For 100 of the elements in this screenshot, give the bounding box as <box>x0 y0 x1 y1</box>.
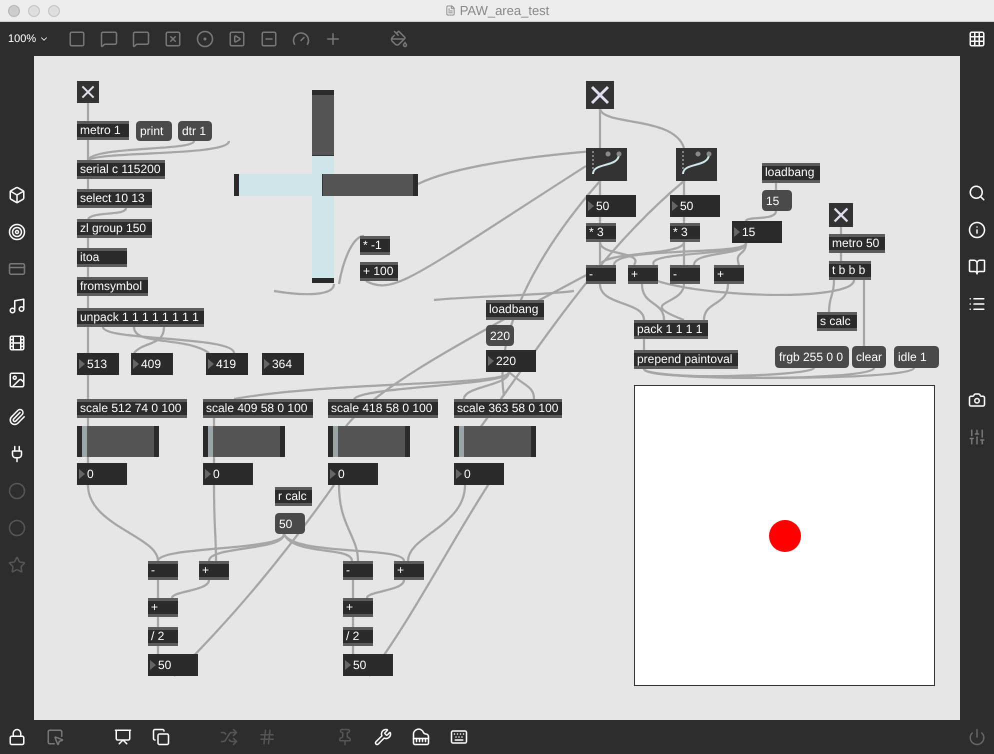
number-box[interactable]: 0 <box>77 463 127 485</box>
number-box[interactable]: 364 <box>262 353 304 375</box>
number-icon[interactable] <box>228 30 246 48</box>
book-icon[interactable] <box>968 258 986 276</box>
triangle-icon <box>79 469 85 479</box>
object-box: + <box>148 598 178 617</box>
triangle-icon <box>672 201 678 211</box>
object-box: * 3 <box>586 223 616 242</box>
paperclip-icon[interactable] <box>8 408 26 426</box>
comment-icon[interactable] <box>132 30 150 48</box>
card-icon[interactable] <box>8 260 26 278</box>
keyboard-icon[interactable] <box>450 728 468 746</box>
object-box: fromsymbol <box>77 277 148 296</box>
triangle-icon <box>345 660 351 670</box>
number-box[interactable]: 419 <box>206 353 248 375</box>
object-box: loadbang <box>762 163 820 183</box>
horizontal-slider[interactable] <box>454 426 536 457</box>
lock-icon[interactable] <box>8 728 26 746</box>
grid-icon[interactable] <box>968 30 986 48</box>
number-box[interactable]: 50 <box>148 654 198 676</box>
number-box[interactable]: 50 <box>670 195 720 217</box>
object-box: - <box>148 561 178 580</box>
close-icon <box>590 85 610 105</box>
image-icon[interactable] <box>8 371 26 389</box>
window-title: PAW_area_test <box>460 2 550 20</box>
gate-switch[interactable] <box>586 148 627 181</box>
mixer-icon[interactable] <box>968 428 986 446</box>
number-box[interactable]: 15 <box>732 221 782 243</box>
cube-icon[interactable] <box>8 186 26 204</box>
triangle-icon <box>488 356 494 366</box>
zoom-dropdown[interactable]: 100% <box>8 30 54 48</box>
slider-icon[interactable] <box>260 30 278 48</box>
presentation-icon[interactable] <box>114 728 132 746</box>
horizontal-slider[interactable] <box>203 426 285 457</box>
message-box[interactable]: print <box>136 121 172 141</box>
object-box: unpack 1 1 1 1 1 1 1 1 <box>77 308 204 327</box>
camera-icon[interactable] <box>968 391 986 409</box>
horizontal-slider[interactable] <box>77 426 159 457</box>
message-box[interactable]: dtr 1 <box>178 121 212 141</box>
triangle-icon <box>79 359 85 369</box>
object-box: loadbang <box>486 300 544 320</box>
triangle-icon <box>734 227 740 237</box>
toggle[interactable] <box>77 81 99 103</box>
triangle-icon <box>588 201 594 211</box>
number-box[interactable]: 220 <box>486 350 536 372</box>
number-box[interactable]: 513 <box>77 353 119 375</box>
wrench-icon[interactable] <box>374 728 392 746</box>
number-box[interactable]: 50 <box>343 654 393 676</box>
object-box: - <box>670 265 700 284</box>
drawing-canvas[interactable] <box>634 385 935 686</box>
message-box[interactable]: 15 <box>762 190 792 211</box>
object-box: scale 363 58 0 100 <box>454 399 562 418</box>
gate-switch[interactable] <box>676 148 717 181</box>
piano-icon[interactable] <box>412 728 430 746</box>
dial-icon[interactable] <box>292 30 310 48</box>
number-box[interactable]: 0 <box>454 463 504 485</box>
message-box[interactable]: frgb 255 0 0 <box>775 346 849 368</box>
object-box: + <box>394 561 424 580</box>
music-note-icon[interactable] <box>8 297 26 315</box>
object-box: prepend paintoval <box>634 350 738 369</box>
message-box[interactable]: 220 <box>486 325 514 346</box>
paint-bucket-icon[interactable] <box>390 30 408 48</box>
horizontal-slider[interactable] <box>328 426 410 457</box>
toggle[interactable] <box>829 203 853 227</box>
button-icon[interactable] <box>196 30 214 48</box>
object-icon[interactable] <box>68 30 86 48</box>
close-icon <box>833 207 849 223</box>
power-icon[interactable] <box>968 728 986 746</box>
triangle-icon <box>456 469 462 479</box>
number-box[interactable]: 0 <box>328 463 378 485</box>
object-box: * -1 <box>360 236 390 255</box>
target-icon[interactable] <box>8 223 26 241</box>
horizontal-slider[interactable] <box>234 174 418 196</box>
document-icon <box>444 5 456 16</box>
select-icon[interactable] <box>46 728 64 746</box>
triangle-icon <box>205 469 211 479</box>
number-box[interactable]: 0 <box>203 463 253 485</box>
object-box: + <box>343 598 373 617</box>
object-box: - <box>586 265 616 284</box>
triangle-icon <box>330 469 336 479</box>
film-icon[interactable] <box>8 334 26 352</box>
object-box: + <box>628 265 658 284</box>
number-box[interactable]: 50 <box>586 195 636 217</box>
plus-icon[interactable] <box>324 30 342 48</box>
message-box[interactable]: clear <box>852 346 886 368</box>
object-box: scale 418 58 0 100 <box>328 399 438 418</box>
windows-icon[interactable] <box>152 728 170 746</box>
toggle[interactable] <box>586 81 614 109</box>
triangle-icon <box>133 359 139 369</box>
message-box[interactable]: idle 1 <box>894 346 939 368</box>
message-box[interactable]: 50 <box>275 513 305 534</box>
object-box: s calc <box>817 312 857 331</box>
list-icon[interactable] <box>968 295 986 313</box>
triangle-icon <box>264 359 270 369</box>
search-icon[interactable] <box>968 184 986 202</box>
info-icon[interactable] <box>968 221 986 239</box>
message-icon[interactable] <box>100 30 118 48</box>
star-icon[interactable] <box>8 556 26 574</box>
toggle-icon[interactable] <box>164 30 182 48</box>
number-box[interactable]: 409 <box>131 353 173 375</box>
